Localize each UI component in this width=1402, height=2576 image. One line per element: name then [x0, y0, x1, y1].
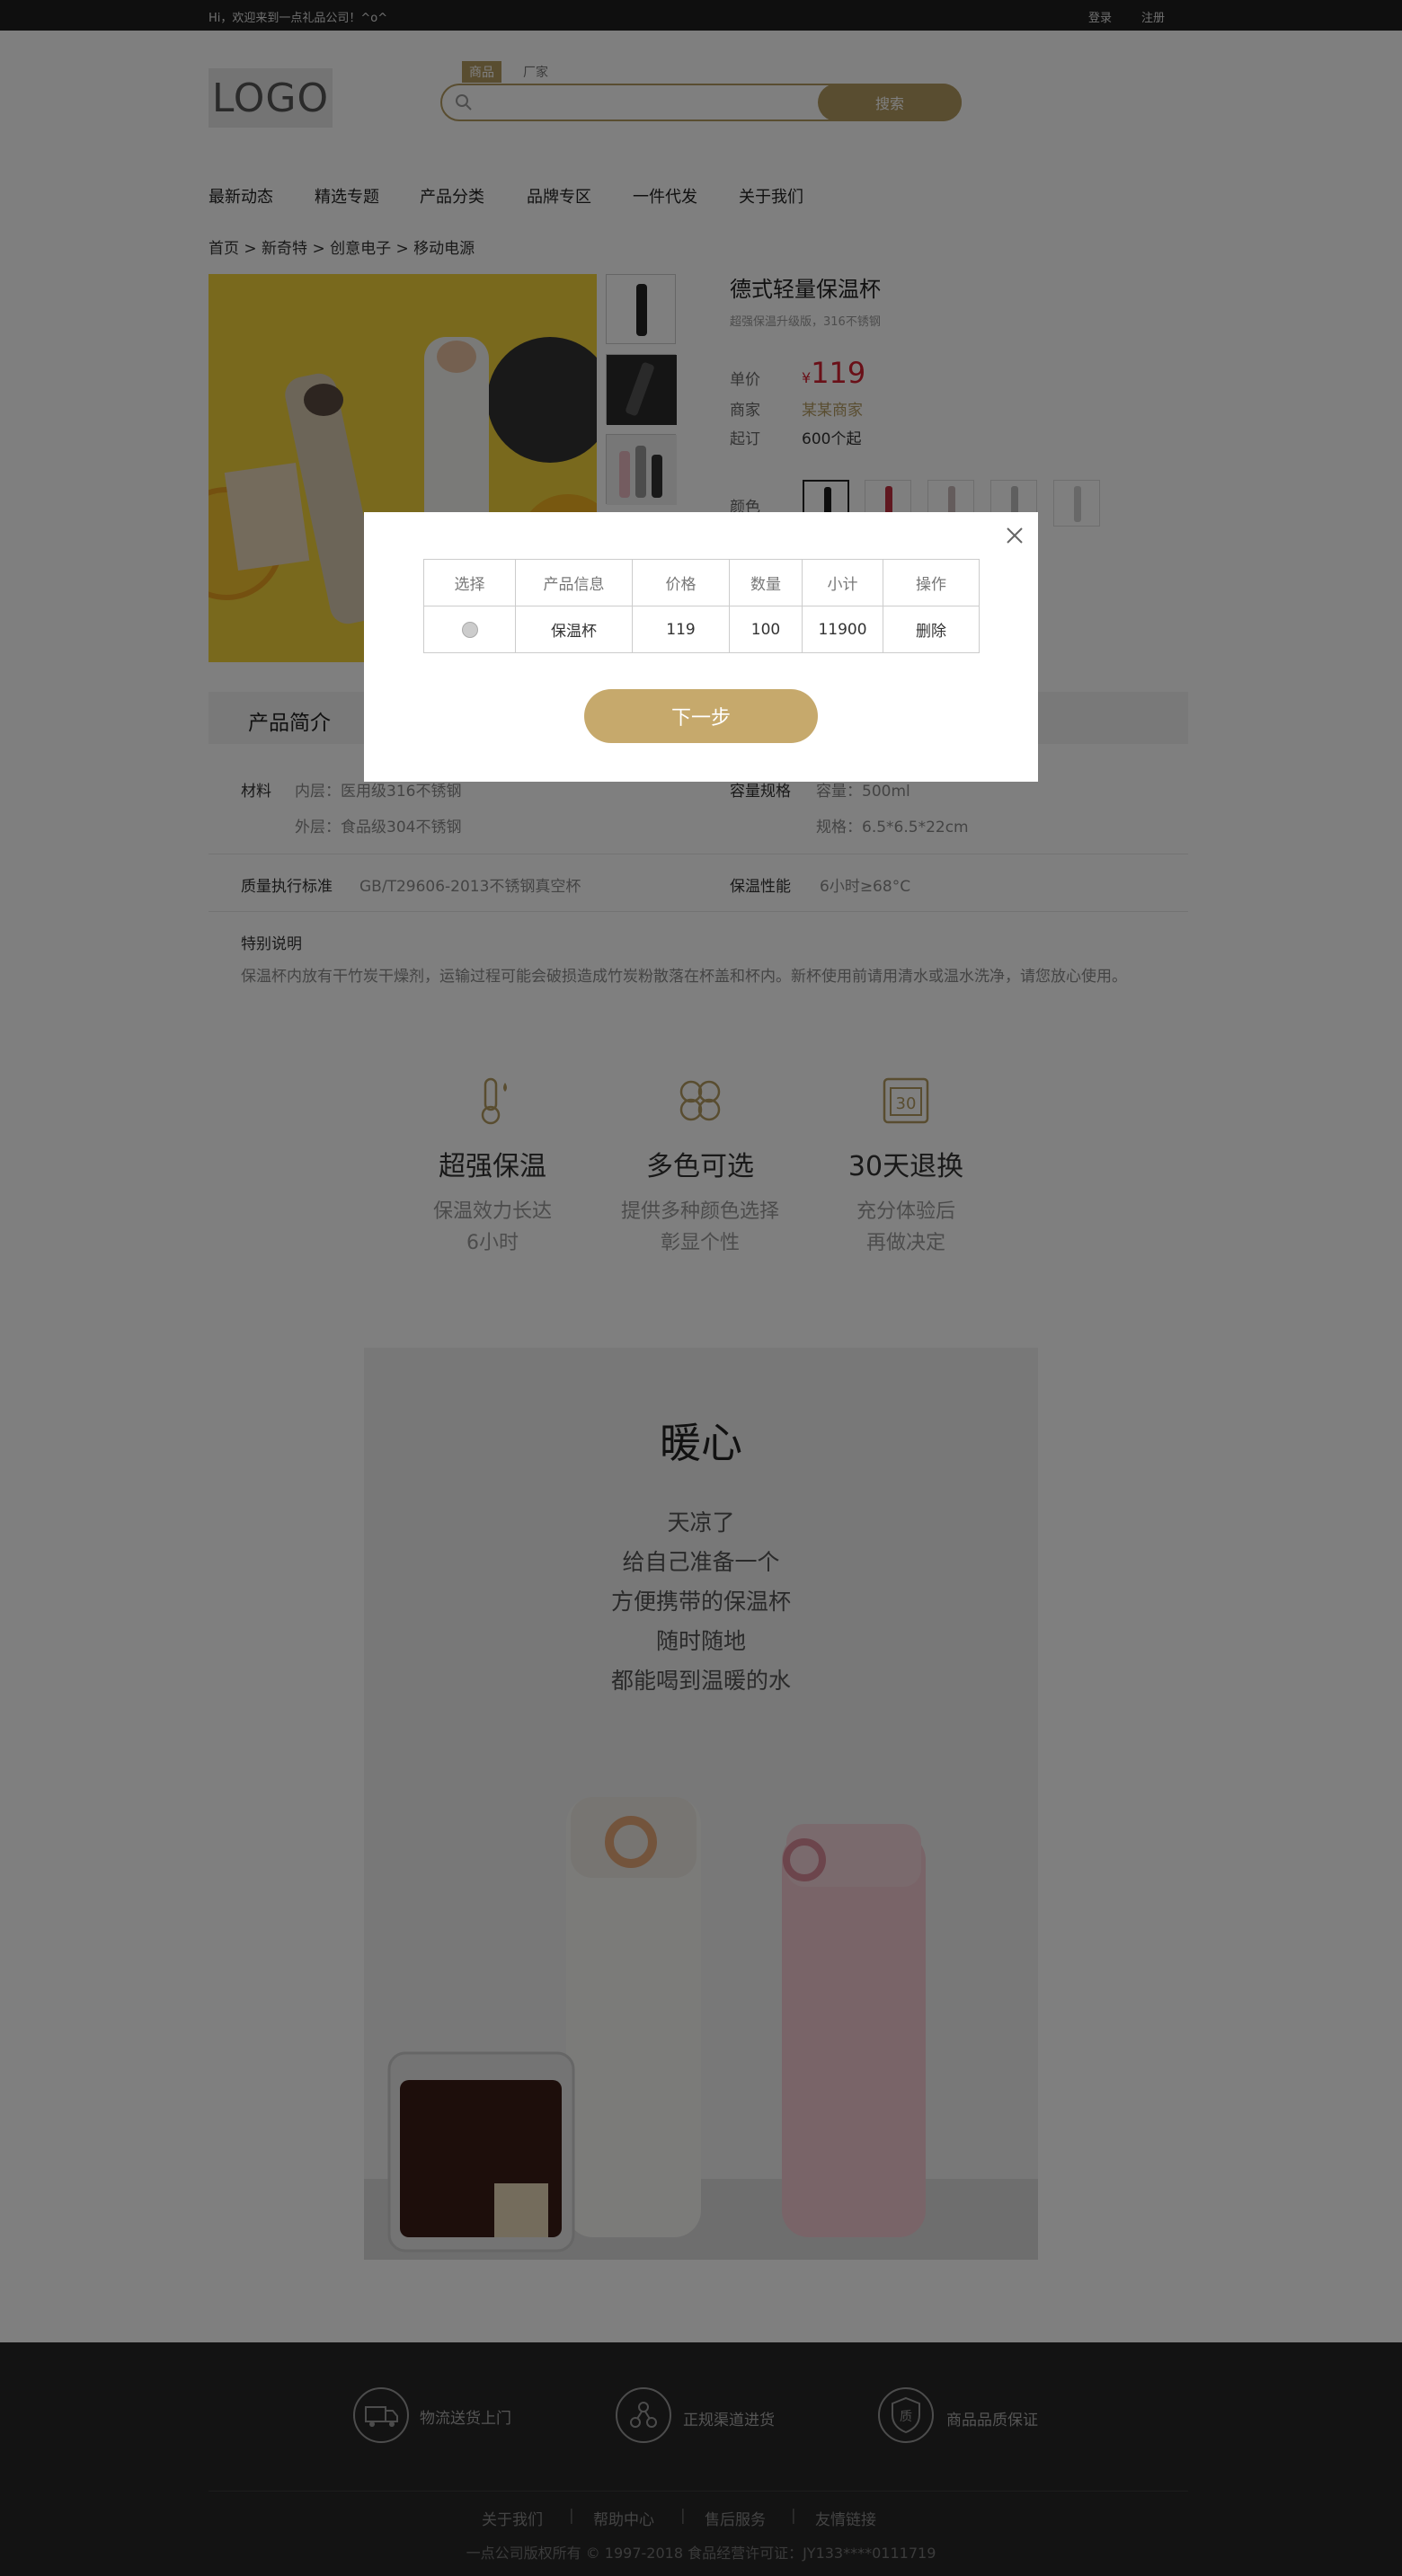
column-header: 操作	[883, 559, 980, 606]
product-name-cell: 保温杯	[515, 606, 633, 653]
order-table: 选择 产品信息 价格 数量 小计 操作 保温杯 119 100 11900 删除	[423, 559, 980, 653]
quantity-cell: 100	[729, 606, 803, 653]
table-row: 保温杯 119 100 11900 删除	[423, 606, 980, 653]
table-header-row: 选择 产品信息 价格 数量 小计 操作	[423, 559, 980, 606]
modal-overlay[interactable]	[0, 0, 1402, 2576]
close-icon[interactable]	[1004, 525, 1025, 546]
select-radio[interactable]	[461, 621, 478, 638]
column-header: 价格	[632, 559, 730, 606]
column-header: 选择	[423, 559, 516, 606]
subtotal-cell: 11900	[802, 606, 883, 653]
order-modal: 选择 产品信息 价格 数量 小计 操作 保温杯 119 100 11900 删除	[364, 512, 1038, 782]
column-header: 产品信息	[515, 559, 633, 606]
product-page: Hi，欢迎来到一点礼品公司！^o^ 登录 注册 LOGO 商品 厂家 搜索 最新…	[0, 0, 1402, 2576]
delete-button[interactable]: 删除	[883, 606, 980, 653]
select-cell	[423, 606, 516, 653]
column-header: 小计	[802, 559, 883, 606]
column-header: 数量	[729, 559, 803, 606]
next-step-button[interactable]: 下一步	[584, 689, 818, 743]
price-cell: 119	[632, 606, 730, 653]
